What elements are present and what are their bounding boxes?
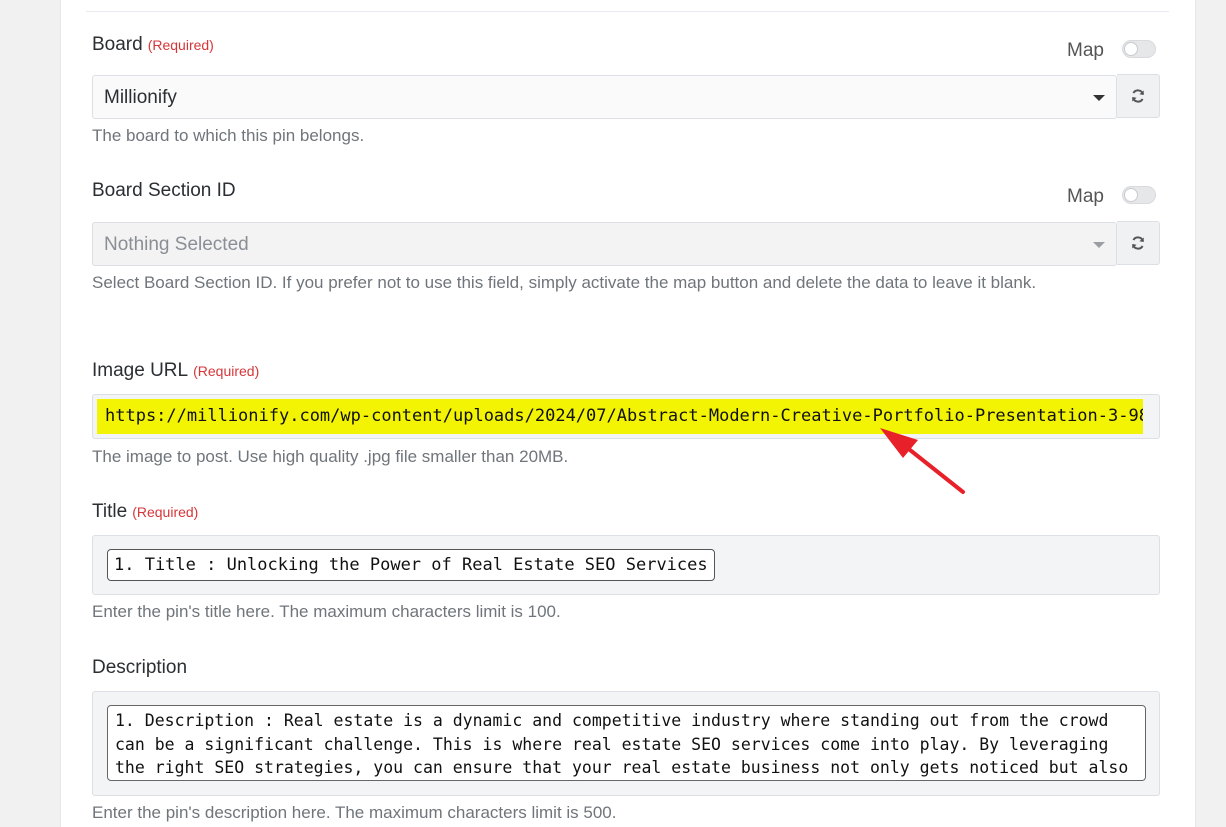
chevron-down-icon [1093,242,1105,248]
board-section-map-label: Map [1067,186,1104,207]
section-divider [86,11,1169,12]
board-map-label: Map [1067,40,1104,61]
refresh-icon [1132,89,1144,103]
title-label-text: Title [92,501,128,522]
board-section-select[interactable]: Nothing Selected [92,222,1117,266]
image-url-help-text: The image to post. Use high quality .jpg… [92,447,569,466]
title-help-text: Enter the pin's title here. The maximum … [92,602,561,621]
refresh-icon [1132,236,1144,250]
image-url-label: Image URL (Required) [92,360,259,382]
board-label: Board (Required) [92,34,214,56]
board-label-text: Board [92,34,143,55]
board-section-refresh-button[interactable] [1117,221,1160,265]
title-label: Title (Required) [92,501,198,523]
board-map-toggle[interactable] [1122,40,1156,58]
board-select-value: Millionify [104,87,177,108]
required-marker: (Required) [193,363,260,379]
description-textarea[interactable]: 1. Description : Real estate is a dynami… [107,705,1146,781]
required-marker: (Required) [147,37,214,53]
board-section-label: Board Section ID [92,180,236,201]
board-section-help-text: Select Board Section ID. If you prefer n… [92,273,1037,292]
description-help-text: Enter the pin's description here. The ma… [92,803,617,822]
toggle-knob [1124,42,1138,56]
chevron-down-icon [1093,95,1105,101]
description-label: Description [92,657,188,678]
image-url-field[interactable]: https://millionify.com/wp-content/upload… [92,394,1160,439]
title-token[interactable]: 1. Title : Unlocking the Power of Real E… [107,549,715,581]
board-help-text: The board to which this pin belongs. [92,126,365,145]
board-section-map-toggle[interactable] [1122,186,1156,204]
board-section-select-value: Nothing Selected [104,234,249,255]
board-refresh-button[interactable] [1117,74,1160,118]
board-select[interactable]: Millionify [92,75,1117,119]
image-url-value: https://millionify.com/wp-content/upload… [97,399,1143,434]
toggle-knob [1124,188,1138,202]
title-field[interactable]: 1. Title : Unlocking the Power of Real E… [92,535,1160,595]
description-field[interactable]: 1. Description : Real estate is a dynami… [92,691,1160,796]
image-url-label-text: Image URL [92,360,189,381]
required-marker: (Required) [132,504,199,520]
